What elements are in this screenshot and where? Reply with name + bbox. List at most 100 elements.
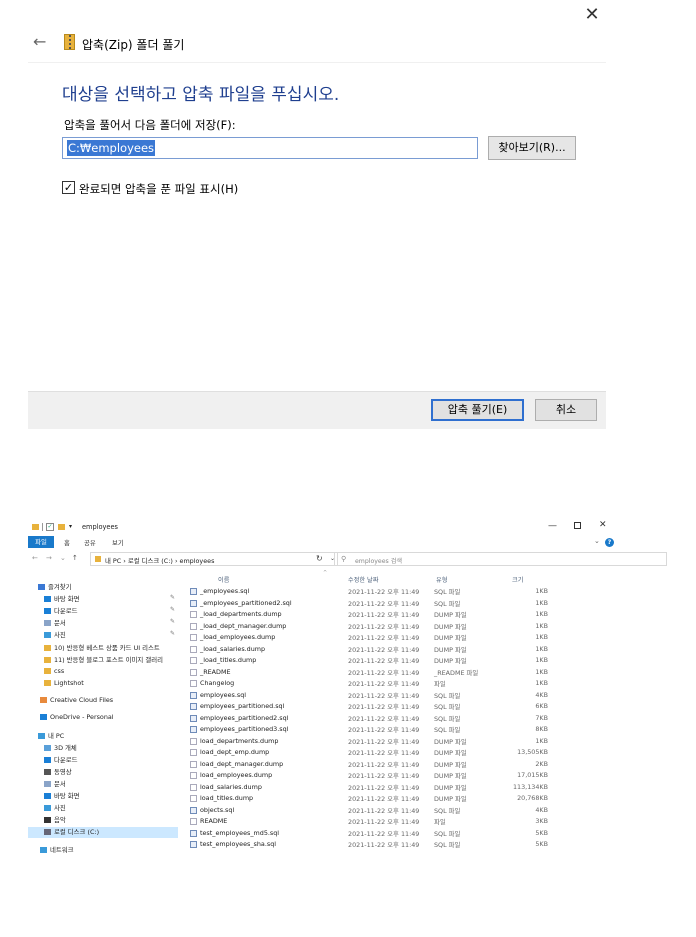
nav-item[interactable]: 바탕 화면 xyxy=(44,594,80,605)
close-icon[interactable]: ✕ xyxy=(599,520,607,530)
nav-item[interactable]: 로컬 디스크 (C:) xyxy=(28,827,178,838)
column-type[interactable]: 유형 xyxy=(436,575,447,584)
nav-item-label: 동영상 xyxy=(54,768,72,776)
file-row[interactable]: load_titles.dump 2021-11-22 오후 11:49 DUMP … xyxy=(188,793,618,804)
nav-item[interactable]: css xyxy=(44,667,64,678)
tab-file[interactable]: 파일 xyxy=(28,536,54,548)
file-date: 2021-11-22 오후 11:49 xyxy=(348,703,420,711)
divider xyxy=(42,523,43,531)
nav-item[interactable]: 10) 반응형 베스트 상품 카드 UI 리스트 xyxy=(44,643,160,654)
file-row[interactable]: load_salaries.dump 2021-11-22 오후 11:49 DUM… xyxy=(188,782,618,793)
help-icon[interactable]: ? xyxy=(605,538,614,547)
pin-icon[interactable]: ✎ xyxy=(170,630,175,637)
file-row[interactable]: _employees_partitioned2.sql 2021-11-22 오후… xyxy=(188,598,618,609)
cancel-button[interactable]: 취소 xyxy=(535,399,597,421)
back-arrow-icon[interactable]: ← xyxy=(33,34,46,50)
file-name: load_departments.dump xyxy=(200,736,279,745)
show-files-checkbox[interactable]: ✓ xyxy=(62,181,75,194)
nav-item[interactable]: Creative Cloud Files xyxy=(40,696,113,707)
nav-item[interactable]: 문서 xyxy=(44,618,66,629)
file-name: _load_dept_manager.dump xyxy=(200,621,287,630)
chevron-down-icon[interactable]: ⌄ xyxy=(594,537,600,545)
browse-button[interactable]: 찾아보기(R)... xyxy=(488,136,576,160)
file-type: 파일 xyxy=(434,680,446,688)
file-row[interactable]: employees.sql 2021-11-22 오후 11:49 SQL 파일 4K… xyxy=(188,690,618,701)
pin-icon[interactable]: ✎ xyxy=(170,594,175,601)
file-row[interactable]: load_departments.dump 2021-11-22 오후 11:49… xyxy=(188,736,618,747)
back-icon[interactable]: ← xyxy=(32,554,38,562)
nav-item[interactable]: 사진 xyxy=(44,803,66,814)
nav-item[interactable]: 음악 xyxy=(44,815,66,826)
nav-item[interactable]: OneDrive - Personal xyxy=(40,713,114,724)
address-bar[interactable]: 내 PC › 로컬 디스크 (C:) › employees ⌄ xyxy=(90,552,338,566)
sql-file-icon xyxy=(190,703,197,710)
file-row[interactable]: load_employees.dump 2021-11-22 오후 11:49 DU… xyxy=(188,770,618,781)
file-icon xyxy=(190,760,197,768)
disk-icon xyxy=(44,829,51,835)
file-row[interactable]: README 2021-11-22 오후 11:49 파일 3KB xyxy=(188,816,618,827)
nav-item[interactable]: 다운로드 xyxy=(44,755,78,766)
chevron-down-icon[interactable]: ⌄ xyxy=(60,554,66,562)
file-row[interactable]: employees_partitioned3.sql 2021-11-22 오후 … xyxy=(188,724,618,735)
file-row[interactable]: _load_departments.dump 2021-11-22 오후 11:4… xyxy=(188,609,618,620)
file-row[interactable]: _load_salaries.dump 2021-11-22 오후 11:49 DU… xyxy=(188,644,618,655)
search-input[interactable]: ⚲ employees 검색 xyxy=(334,552,667,566)
nav-item[interactable]: Lightshot xyxy=(44,679,84,690)
properties-icon[interactable]: ✓ xyxy=(46,523,54,531)
minimize-icon[interactable]: — xyxy=(548,521,557,531)
column-size[interactable]: 크기 xyxy=(512,575,523,584)
tab-share[interactable]: 공유 xyxy=(84,538,96,547)
file-row[interactable]: load_dept_emp.dump 2021-11-22 오후 11:49 DUM… xyxy=(188,747,618,758)
file-row[interactable]: employees_partitioned2.sql 2021-11-22 오후 … xyxy=(188,713,618,724)
maximize-icon[interactable] xyxy=(574,522,581,529)
file-size: 1KB xyxy=(535,656,548,664)
nav-item[interactable]: 바탕 화면 xyxy=(44,791,80,802)
extract-button[interactable]: 압축 풀기(E) xyxy=(431,399,524,421)
file-row[interactable]: _load_employees.dump 2021-11-22 오후 11:49 D… xyxy=(188,632,618,643)
refresh-icon[interactable]: ↻ xyxy=(316,554,323,563)
file-row[interactable]: load_dept_manager.dump 2021-11-22 오후 11:4… xyxy=(188,759,618,770)
breadcrumb[interactable]: 내 PC › 로컬 디스크 (C:) › employees xyxy=(105,556,214,565)
tab-view[interactable]: 보기 xyxy=(112,538,124,547)
nav-item[interactable]: 내 PC xyxy=(38,731,64,742)
file-row[interactable]: employees_partitioned.sql 2021-11-22 오후 1… xyxy=(188,701,618,712)
file-type: SQL 파일 xyxy=(434,806,461,815)
file-row[interactable]: _load_dept_manager.dump 2021-11-22 오후 11:… xyxy=(188,621,618,632)
close-icon[interactable]: ✕ xyxy=(583,6,601,24)
file-row[interactable]: _load_titles.dump 2021-11-22 오후 11:49 DUMP… xyxy=(188,655,618,666)
file-type: SQL 파일 xyxy=(434,841,461,849)
pin-icon[interactable]: ✎ xyxy=(170,618,175,625)
destination-input[interactable]: C:₩employees xyxy=(62,137,478,159)
nav-item[interactable]: 3D 개체 xyxy=(44,743,77,754)
nav-item[interactable]: 11) 반응형 블로그 포스트 이미지 갤러리 xyxy=(44,655,163,666)
file-date: 2021-11-22 오후 11:49 xyxy=(348,795,420,803)
nav-item-label: Lightshot xyxy=(54,679,84,687)
nav-item[interactable]: 문서 xyxy=(44,779,66,790)
file-row[interactable]: test_employees_md5.sql 2021-11-22 오후 11:4… xyxy=(188,828,618,839)
file-row[interactable]: _README 2021-11-22 오후 11:49 _README 파일 1KB xyxy=(188,667,618,678)
file-name: _employees_partitioned2.sql xyxy=(200,598,292,607)
nav-item[interactable]: 즐겨찾기 xyxy=(38,582,72,593)
column-name[interactable]: 이름 xyxy=(218,575,229,584)
file-date: 2021-11-22 오후 11:49 xyxy=(348,714,420,723)
pin-icon[interactable]: ✎ xyxy=(170,606,175,613)
sql-file-icon xyxy=(190,829,197,837)
nav-item[interactable]: 다운로드 xyxy=(44,606,78,617)
search-placeholder: employees 검색 xyxy=(355,558,403,565)
new-folder-icon[interactable] xyxy=(58,524,65,530)
file-size: 8KB xyxy=(535,725,548,733)
chevron-down-icon[interactable]: ▾ xyxy=(69,523,72,530)
column-date[interactable]: 수정한 날짜 xyxy=(348,575,378,584)
nav-item[interactable]: 네트워크 xyxy=(40,845,74,856)
nav-item[interactable]: 사진 xyxy=(44,630,66,641)
nav-item[interactable]: 동영상 xyxy=(44,767,72,778)
file-row[interactable]: objects.sql 2021-11-22 오후 11:49 SQL 파일 4KB xyxy=(188,805,618,816)
tab-home[interactable]: 홈 xyxy=(64,538,70,547)
file-row[interactable]: Changelog 2021-11-22 오후 11:49 파일 1KB xyxy=(188,678,618,689)
file-size: 1KB xyxy=(535,633,548,641)
file-size: 1KB xyxy=(535,679,548,687)
up-icon[interactable]: ↑ xyxy=(72,554,78,562)
file-row[interactable]: test_employees_sha.sql 2021-11-22 오후 11:4… xyxy=(188,839,618,850)
forward-icon[interactable]: → xyxy=(46,554,52,562)
file-row[interactable]: _employees.sql 2021-11-22 오후 11:49 SQL 파일 1… xyxy=(188,586,618,597)
